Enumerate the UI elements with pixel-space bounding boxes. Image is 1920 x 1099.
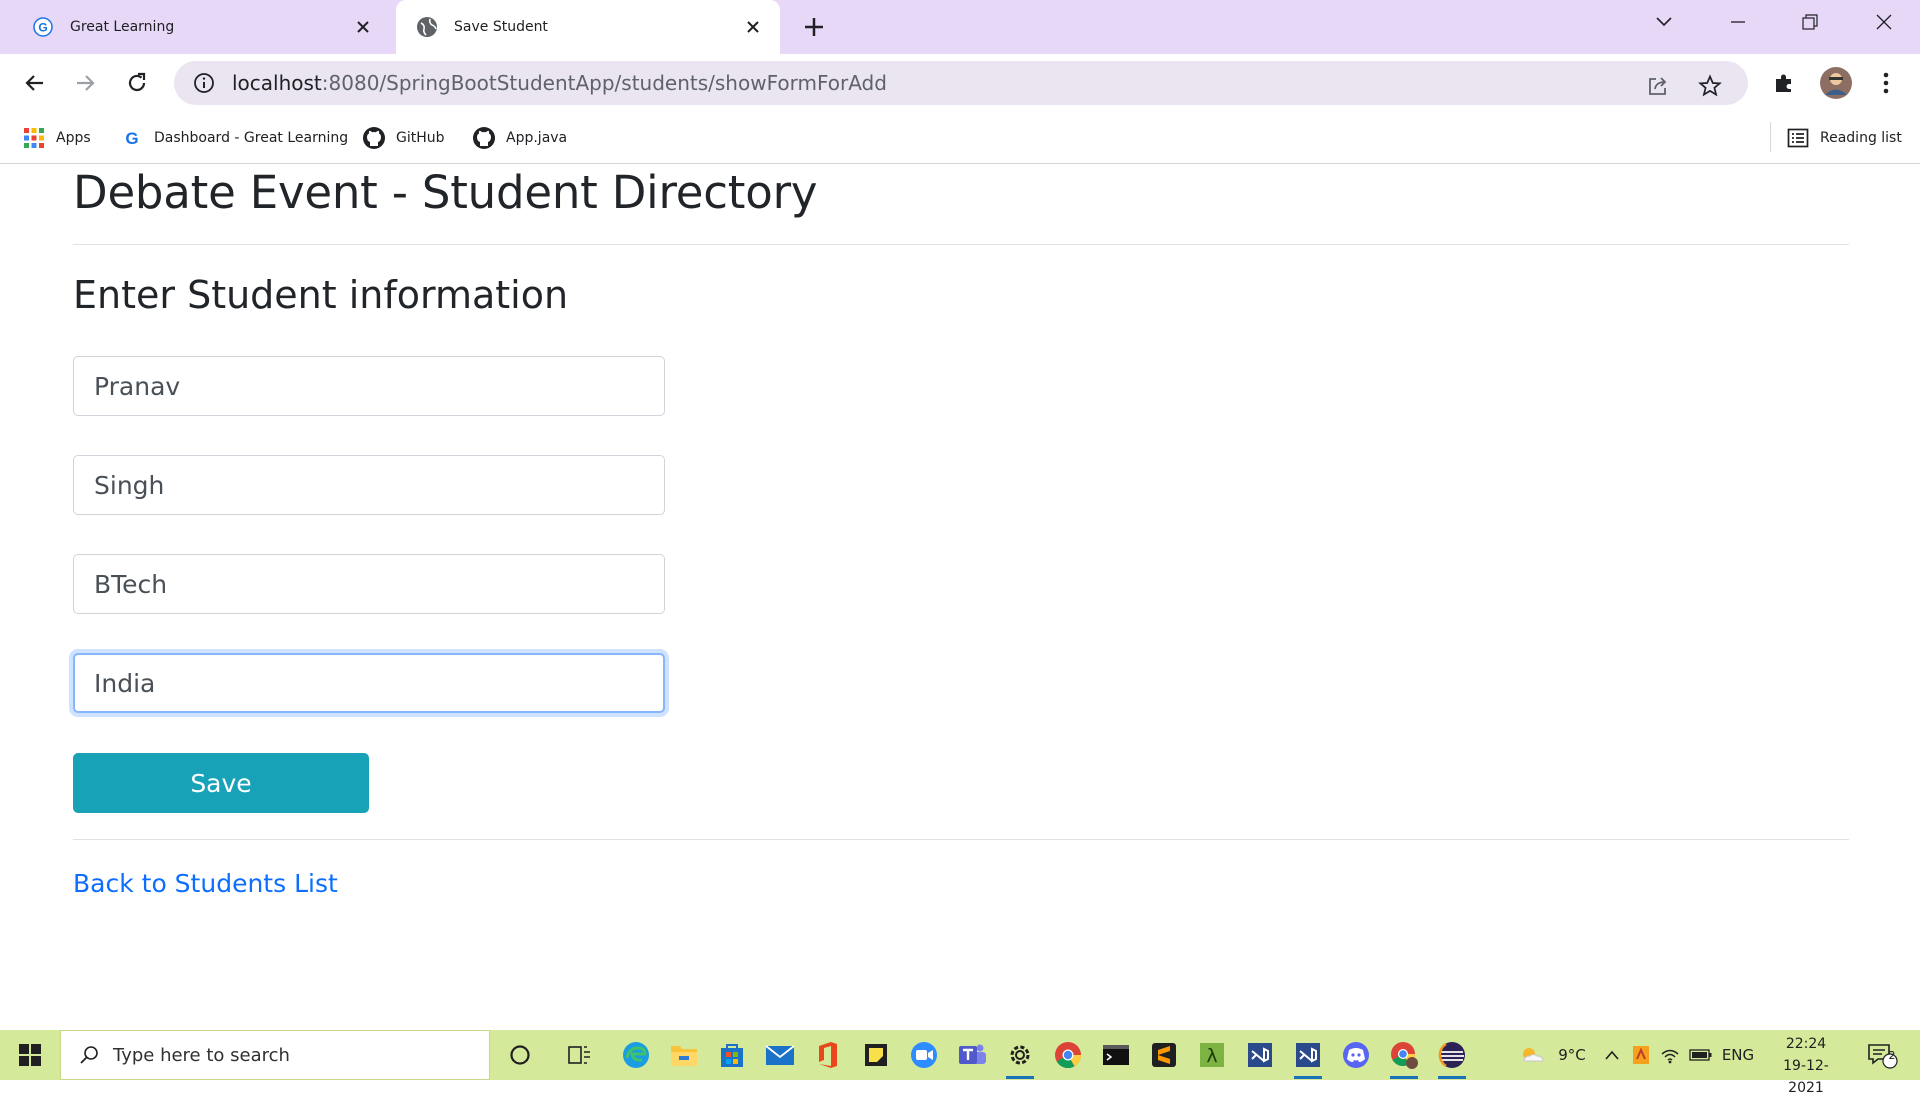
- sublime-text-icon[interactable]: [1144, 1035, 1184, 1075]
- battery-icon[interactable]: [1686, 1030, 1716, 1080]
- bookmark-star-icon[interactable]: [1692, 68, 1728, 104]
- terminal-icon[interactable]: [1096, 1035, 1136, 1075]
- tab-search-chevron-icon[interactable]: [1632, 0, 1696, 44]
- system-clock[interactable]: 22:24 19-12-2021: [1766, 1033, 1846, 1099]
- back-to-students-list-link[interactable]: Back to Students List: [73, 869, 338, 898]
- lambda-app-icon[interactable]: λ: [1192, 1035, 1232, 1075]
- chrome-active-icon[interactable]: [1384, 1035, 1424, 1079]
- visual-studio-icon[interactable]: [1240, 1035, 1280, 1075]
- extensions-puzzle-icon[interactable]: [1766, 65, 1802, 101]
- task-view-icon[interactable]: [560, 1035, 600, 1075]
- section-title: Enter Student information: [73, 273, 569, 317]
- search-placeholder: Type here to search: [113, 1044, 290, 1066]
- bookmark-dashboard-great-learning[interactable]: G Dashboard - Great Learning: [120, 124, 348, 152]
- cortana-icon[interactable]: [500, 1035, 540, 1075]
- svg-text:λ: λ: [1206, 1045, 1217, 1067]
- mail-icon[interactable]: [760, 1035, 800, 1075]
- close-tab-icon[interactable]: [738, 12, 768, 42]
- office-icon[interactable]: [808, 1035, 848, 1075]
- search-icon: [77, 1043, 101, 1067]
- bookmark-label: GitHub: [396, 130, 445, 146]
- weather-icon[interactable]: [1512, 1030, 1552, 1080]
- reload-icon[interactable]: [119, 65, 155, 101]
- tray-app-icon[interactable]: [1628, 1030, 1654, 1080]
- zoom-icon[interactable]: [904, 1035, 944, 1075]
- first-name-input[interactable]: Pranav: [73, 356, 665, 416]
- url-text: localhost:8080/SpringBootStudentApp/stud…: [232, 71, 887, 95]
- apps-grid-icon: [22, 126, 46, 150]
- course-input[interactable]: BTech: [73, 554, 665, 614]
- bookmark-apps[interactable]: Apps: [22, 124, 91, 152]
- eclipse-icon[interactable]: [1432, 1035, 1472, 1079]
- great-learning-favicon-icon: G: [32, 16, 54, 38]
- url-host: localhost: [232, 71, 322, 95]
- wifi-icon[interactable]: [1656, 1030, 1684, 1080]
- profile-avatar[interactable]: [1818, 65, 1854, 101]
- tab-great-learning[interactable]: G Great Learning: [12, 0, 390, 54]
- tab-strip: G Great Learning Save Student: [0, 0, 1920, 54]
- github-icon: [362, 126, 386, 150]
- bookmark-label: Apps: [56, 130, 91, 146]
- github-icon: [472, 126, 496, 150]
- tab-title: Great Learning: [70, 19, 175, 35]
- tab-save-student[interactable]: Save Student: [396, 0, 780, 54]
- reading-list-label: Reading list: [1820, 130, 1902, 146]
- restore-icon[interactable]: [1778, 0, 1842, 44]
- reading-list-icon: [1786, 126, 1810, 150]
- windows-start-icon[interactable]: [0, 1030, 60, 1080]
- bookmark-github[interactable]: GitHub: [362, 124, 445, 152]
- chrome-icon[interactable]: [1048, 1035, 1088, 1075]
- close-window-icon[interactable]: [1852, 0, 1916, 44]
- settings-gear-icon[interactable]: [1000, 1035, 1040, 1079]
- address-bar[interactable]: localhost:8080/SpringBootStudentApp/stud…: [174, 61, 1748, 105]
- bookmark-label: Dashboard - Great Learning: [154, 130, 349, 146]
- notification-count-badge: 2: [1888, 1049, 1896, 1062]
- chevron-up-icon[interactable]: [1600, 1030, 1624, 1080]
- notification-center-icon[interactable]: 2: [1862, 1030, 1902, 1080]
- bookmarks-divider: [1770, 122, 1771, 152]
- globe-icon: [416, 16, 438, 38]
- browser-toolbar: localhost:8080/SpringBootStudentApp/stud…: [0, 54, 1920, 112]
- save-button[interactable]: Save: [73, 753, 369, 813]
- close-tab-icon[interactable]: [348, 12, 378, 42]
- browser-menu-icon[interactable]: [1868, 65, 1904, 101]
- bookmarks-bar: Apps G Dashboard - Great Learning GitHub…: [0, 112, 1920, 164]
- bookmark-app-java[interactable]: App.java: [472, 124, 567, 152]
- country-input[interactable]: India: [73, 653, 665, 713]
- teams-icon[interactable]: [952, 1035, 992, 1075]
- weather-temperature[interactable]: 9°C: [1552, 1030, 1592, 1080]
- microsoft-store-icon[interactable]: [712, 1035, 752, 1075]
- visual-studio-active-icon[interactable]: [1288, 1035, 1328, 1079]
- tab-title: Save Student: [454, 19, 548, 35]
- back-arrow-icon[interactable]: [17, 65, 53, 101]
- taskbar-search-box[interactable]: Type here to search: [60, 1030, 490, 1080]
- divider: [73, 839, 1849, 840]
- clock-time: 22:24: [1785, 1036, 1827, 1052]
- great-learning-icon: G: [120, 126, 144, 150]
- new-tab-plus-icon[interactable]: [798, 11, 830, 43]
- reading-list-button[interactable]: Reading list: [1786, 124, 1902, 152]
- sticky-notes-icon[interactable]: [856, 1035, 896, 1075]
- url-path: :8080/SpringBootStudentApp/students/show…: [321, 71, 887, 95]
- edge-browser-icon[interactable]: [616, 1035, 656, 1075]
- forward-arrow-icon[interactable]: [67, 65, 103, 101]
- bookmark-label: App.java: [506, 130, 568, 146]
- last-name-input[interactable]: Singh: [73, 455, 665, 515]
- clock-date: 19-12-2021: [1783, 1058, 1829, 1096]
- page-content: Debate Event - Student Directory Enter S…: [0, 165, 1920, 1030]
- taskbar: Type here to search λ 9°C ENG 22:24 19-1…: [0, 1030, 1920, 1096]
- page-title: Debate Event - Student Directory: [73, 166, 818, 219]
- share-icon[interactable]: [1640, 68, 1676, 104]
- language-indicator[interactable]: ENG: [1718, 1030, 1758, 1080]
- file-explorer-icon[interactable]: [664, 1035, 704, 1075]
- svg-text:G: G: [125, 129, 138, 148]
- site-info-icon[interactable]: [190, 69, 218, 97]
- divider: [73, 244, 1849, 245]
- minimize-icon[interactable]: [1706, 0, 1770, 44]
- svg-text:G: G: [38, 21, 47, 35]
- discord-icon[interactable]: [1336, 1035, 1376, 1075]
